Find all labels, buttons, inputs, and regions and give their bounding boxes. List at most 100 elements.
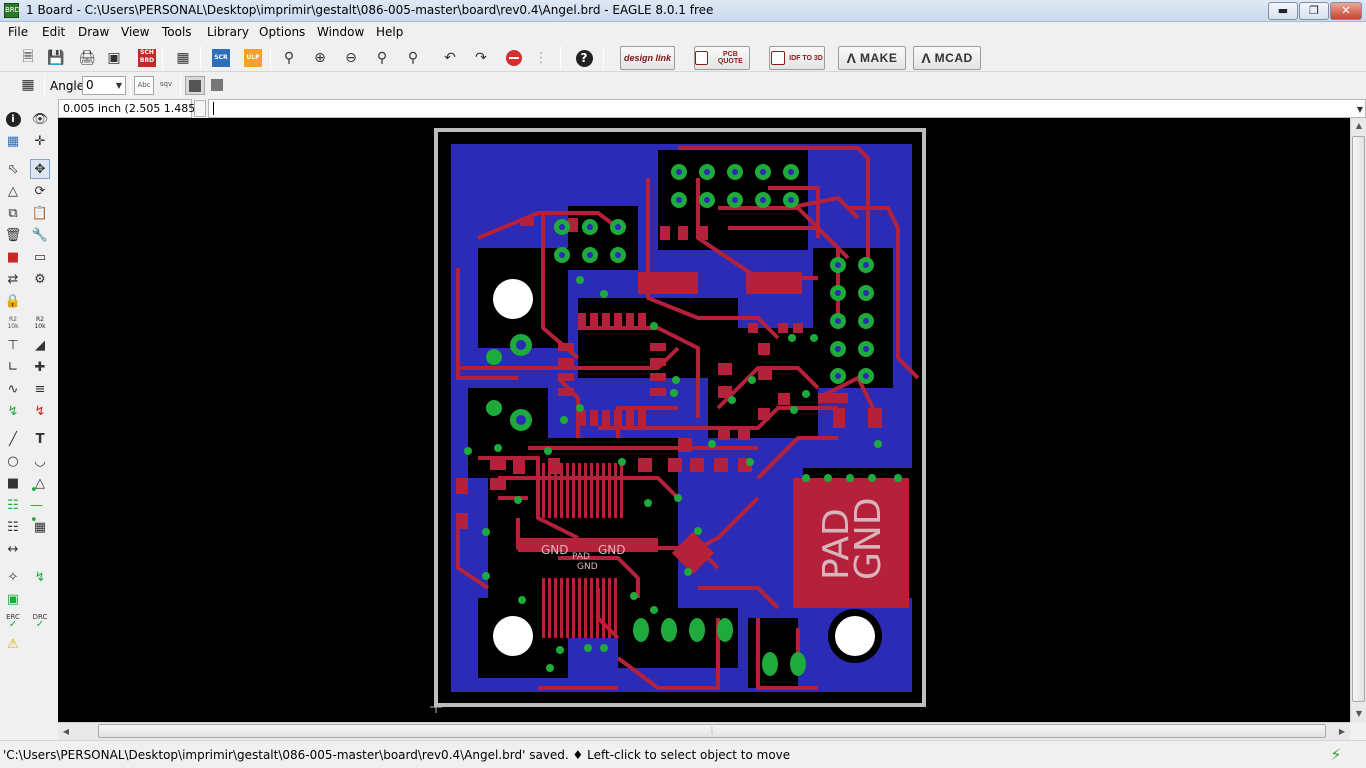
ratsnest-icon[interactable]: ✧ <box>3 567 23 587</box>
lightning-bolt-icon[interactable]: ⚡ <box>1327 745 1345 765</box>
ulp-button[interactable]: ULP <box>242 47 264 69</box>
scroll-up-icon[interactable]: ▲ <box>1351 118 1366 134</box>
layout-mode-2-button[interactable] <box>207 76 227 95</box>
delete-icon[interactable]: 🗑 <box>3 225 23 245</box>
add-part-icon[interactable]: ■ <box>3 247 23 267</box>
go-icon[interactable]: ⋮ <box>530 47 552 69</box>
board-outline-icon[interactable]: ▣ <box>3 589 23 609</box>
wire-icon[interactable]: ╱ <box>3 429 23 449</box>
rect-icon[interactable]: ■ <box>3 473 23 493</box>
vertical-scrollbar[interactable]: ▲ ▼ <box>1350 118 1366 722</box>
menu-library[interactable]: Library <box>207 25 249 39</box>
cam-processor-icon[interactable]: ▣ <box>103 47 125 69</box>
stop-icon[interactable] <box>503 47 525 69</box>
menu-file[interactable]: File <box>8 25 28 39</box>
horizontal-scroll-thumb[interactable]: ⋮ <box>98 724 1326 738</box>
smash-icon[interactable]: ⊤ <box>3 335 23 355</box>
split-icon[interactable]: ∟ <box>3 357 23 377</box>
minimize-button[interactable]: ▬ <box>1268 2 1298 20</box>
replace-icon[interactable]: ▭ <box>30 247 50 267</box>
ripup-icon[interactable]: ↯ <box>30 401 50 421</box>
idf-to-3d-button[interactable]: IDF TO 3D <box>769 46 825 70</box>
menu-window[interactable]: Window <box>317 25 364 39</box>
value-tool-icon[interactable]: R2 10k <box>30 313 50 333</box>
mirror-icon[interactable]: △ <box>3 181 23 201</box>
mcad-button[interactable]: Λ MCAD <box>913 46 981 70</box>
scroll-right-icon[interactable]: ▶ <box>1334 723 1350 740</box>
dimension-icon[interactable]: ↔ <box>3 539 23 559</box>
zoom-in-icon[interactable]: ⊕ <box>309 47 331 69</box>
undo-icon[interactable]: ↶ <box>439 47 461 69</box>
open-icon[interactable]: 🗏 <box>17 47 39 69</box>
command-input[interactable]: ▼ <box>208 99 1366 118</box>
main-toolbar: 🗏 💾 🖨 ▣ SCH BRD ▦ SCR ULP ⚲ ⊕ ⊖ ⚲ ⚲ ↶ ↷ … <box>0 42 1366 72</box>
scroll-left-icon[interactable]: ◀ <box>58 723 74 740</box>
erc-button[interactable]: ERC ✓ <box>3 611 23 631</box>
show-eye-icon[interactable]: 👁 <box>30 109 50 129</box>
miter-icon[interactable]: ◢ <box>30 335 50 355</box>
horizontal-scrollbar[interactable]: ◀ ⋮ ▶ <box>58 722 1350 740</box>
restore-button[interactable]: ❐ <box>1299 2 1329 20</box>
menu-view[interactable]: View <box>121 25 149 39</box>
gnd-label-left: GND <box>541 543 569 557</box>
make-button[interactable]: Λ MAKE <box>838 46 906 70</box>
drc-button[interactable]: DRC ✓ <box>30 611 50 631</box>
arc-icon[interactable]: ◡ <box>30 451 50 471</box>
display-layers-icon[interactable]: ▦ <box>3 131 23 151</box>
attribute-icon[interactable]: ▦ <box>30 517 50 537</box>
menu-tools[interactable]: Tools <box>162 25 192 39</box>
menu-draw[interactable]: Draw <box>78 25 109 39</box>
info-icon[interactable]: i <box>3 109 23 129</box>
swap-icon[interactable]: ⇄ <box>3 269 23 289</box>
signal-icon[interactable]: •—• <box>30 483 50 528</box>
board-canvas[interactable]: GND GND PAD GND PAD GND <box>58 118 1350 722</box>
paste-icon[interactable]: 📋 <box>30 203 50 223</box>
eagle-app-icon[interactable]: BRD <box>4 3 20 18</box>
layout-mode-1-button[interactable] <box>185 76 205 95</box>
zoom-fit-icon[interactable]: ⚲ <box>278 47 300 69</box>
hole-icon[interactable]: ☷ <box>3 517 23 537</box>
move-icon[interactable]: ✥ <box>30 159 50 179</box>
zoom-select-icon[interactable]: ⚲ <box>402 47 424 69</box>
rotate-icon[interactable]: ⟳ <box>30 181 50 201</box>
meander-icon[interactable]: ∿ <box>3 379 23 399</box>
text-style-button[interactable]: sqv <box>156 76 176 95</box>
print-icon[interactable]: 🖨 <box>76 47 98 69</box>
coordinate-menu-button[interactable] <box>194 100 206 117</box>
redo-icon[interactable]: ↷ <box>470 47 492 69</box>
lock-icon[interactable]: 🔒 <box>3 291 23 311</box>
menu-options[interactable]: Options <box>259 25 305 39</box>
optimize-icon[interactable]: ✚ <box>30 357 50 377</box>
copy-icon[interactable]: ⧉ <box>3 203 23 223</box>
autorouter-icon[interactable]: ↯ <box>30 567 50 587</box>
name-tool-icon[interactable]: R2 10k <box>3 313 23 333</box>
text-icon[interactable]: T <box>30 429 50 449</box>
grid-icon[interactable]: ▦ <box>17 74 39 96</box>
wrench-icon[interactable]: 🔧 <box>30 225 50 245</box>
close-button[interactable]: ✕ <box>1330 2 1362 20</box>
menu-edit[interactable]: Edit <box>42 25 65 39</box>
sch-brd-switch-button[interactable]: SCH BRD <box>136 47 158 69</box>
text-orientation-button[interactable]: Abc <box>134 76 154 95</box>
chevron-down-icon[interactable]: ▼ <box>1357 101 1363 118</box>
scroll-down-icon[interactable]: ▼ <box>1351 706 1366 722</box>
select-icon[interactable]: ⬁ <box>3 159 23 179</box>
help-icon[interactable]: ? <box>573 47 595 69</box>
design-link-button[interactable]: design link <box>620 46 675 70</box>
save-icon[interactable]: 💾 <box>45 47 67 69</box>
zoom-out-icon[interactable]: ⊖ <box>340 47 362 69</box>
route-multiple-icon[interactable]: ≡ <box>30 379 50 399</box>
vertical-scroll-thumb[interactable] <box>1352 136 1365 702</box>
circle-icon[interactable]: ○ <box>3 451 23 471</box>
mark-icon[interactable]: ✛ <box>30 131 50 151</box>
script-button[interactable]: SCR <box>210 47 232 69</box>
group-icon[interactable]: ⚙ <box>30 269 50 289</box>
pcb-quote-button[interactable]: PCB QUOTE <box>694 46 750 70</box>
zoom-redraw-icon[interactable]: ⚲ <box>371 47 393 69</box>
warning-icon[interactable]: ⚠ <box>3 634 23 654</box>
menu-help[interactable]: Help <box>376 25 403 39</box>
angle-select[interactable]: 0 ▼ <box>82 76 126 95</box>
via-icon[interactable]: ☷ <box>3 495 23 515</box>
library-icon[interactable]: ▦ <box>172 47 194 69</box>
route-icon[interactable]: ↯ <box>3 401 23 421</box>
